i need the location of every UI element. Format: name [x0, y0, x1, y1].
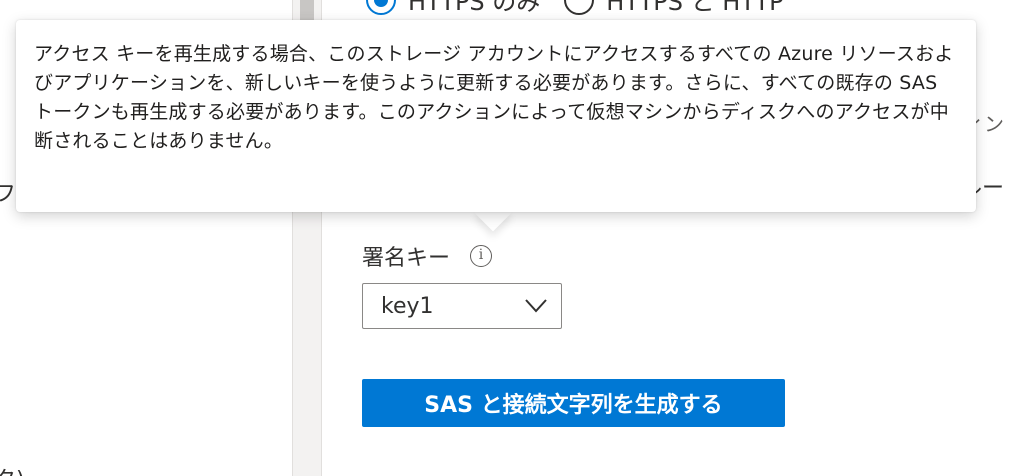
info-icon[interactable]: i: [470, 245, 493, 267]
info-tooltip: アクセス キーを再生成する場合、このストレージ アカウントにアクセスするすべての…: [16, 20, 976, 212]
tooltip-text: アクセス キーを再生成する場合、このストレージ アカウントにアクセスするすべての…: [34, 43, 954, 152]
signing-key-label: 署名キー: [362, 246, 451, 271]
radio-label: HTTPS のみ: [408, 0, 541, 16]
dropdown-selected-value: key1: [381, 293, 434, 319]
protocol-radio-group: HTTPS のみ HTTPS と HTTP: [366, 0, 808, 17]
sidebar-text-fragment: タ): [0, 462, 25, 476]
signing-key-label-row: 署名キー i: [362, 240, 493, 272]
sidebar-text-fragment: フ: [0, 182, 17, 207]
tooltip-beak-joint: [470, 196, 520, 212]
generate-sas-button[interactable]: SAS と接続文字列を生成する: [362, 379, 785, 427]
sas-settings-screen: フ タ) HTTPS のみ HTTPS と HTTP ィン ルー 署名キー i …: [0, 0, 1018, 476]
radio-https-only[interactable]: [366, 0, 396, 15]
signing-key-dropdown[interactable]: key1: [362, 283, 562, 329]
chevron-down-icon: [525, 299, 547, 313]
radio-https-and-http[interactable]: [564, 0, 595, 15]
radio-label: HTTPS と HTTP: [606, 0, 784, 16]
